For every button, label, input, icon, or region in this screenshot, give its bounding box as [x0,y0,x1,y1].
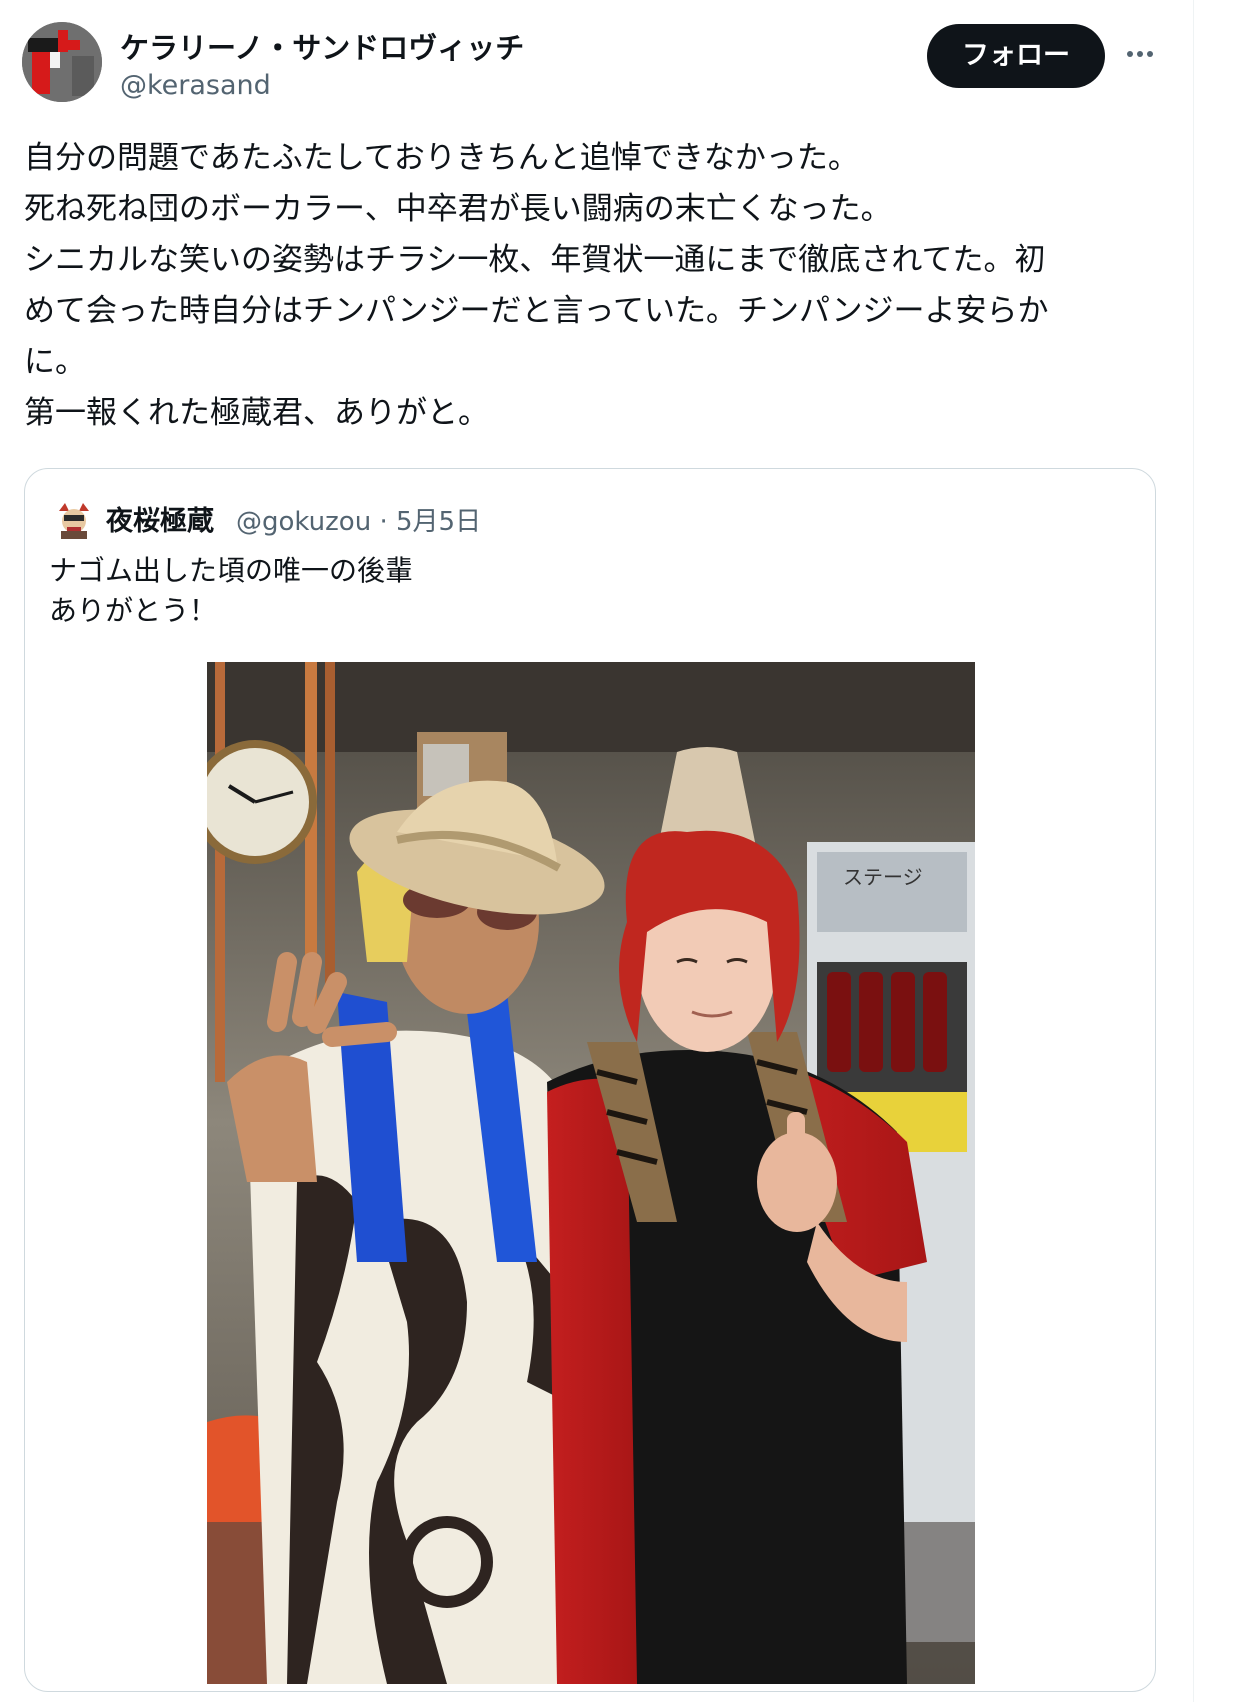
quoted-post-text: ナゴム出した頃の唯一の後輩 ありがとう！ [49,551,1129,631]
quoted-post-card[interactable]: 夜桜極蔵 @gokuzou · 5月5日 ナゴム出した頃の唯一の後輩 ありがとう… [24,468,1156,1692]
more-dot [1127,51,1133,57]
quoted-post-date: 5月5日 [395,507,482,537]
quoted-post-photo[interactable]: ステージ [207,662,975,1684]
meta-separator: · [379,507,388,537]
more-dot [1137,51,1143,57]
quoted-author-handle: @gokuzou [236,507,372,537]
stage-sign-text: ステージ [843,865,923,889]
post-text-line: 自分の問題であたふたしておりきちんと追悼できなかった。 [24,140,859,176]
quoted-text-line: ありがとう！ [49,594,218,627]
more-dot [1147,51,1153,57]
more-options-icon[interactable] [1122,36,1158,72]
post-text-line: 第一報くれた極蔵君、ありがと。 [24,395,489,431]
author-avatar[interactable] [22,22,102,102]
post-text-line: に。 [24,344,86,380]
author-handle[interactable]: @kerasand [120,70,271,101]
post-page: ケラリーノ・サンドロヴィッチ @kerasand フォロー 自分の問題であたふた… [0,0,1238,1702]
post-text: 自分の問題であたふたしておりきちんと追悼できなかった。 死ね死ね団のボーカラー、… [24,133,1174,439]
author-avatar-image [22,22,102,102]
quoted-text-line: ナゴム出した頃の唯一の後輩 [49,554,414,587]
post-text-line: 死ね死ね団のボーカラー、中卒君が長い闘病の末亡くなった。 [24,191,892,227]
column-divider [1193,0,1194,1702]
follow-button[interactable]: フォロー [927,24,1105,88]
quoted-author-avatar [55,501,93,539]
author-display-name[interactable]: ケラリーノ・サンドロヴィッチ [120,25,524,67]
post-text-line: めて会った時自分はチンパンジーだと言っていた。チンパンジーよ安らか [24,293,1049,329]
quoted-post-meta: @gokuzou · 5月5日 [236,501,481,538]
quoted-author-name: 夜桜極蔵 [106,506,214,537]
post-text-line: シニカルな笑いの姿勢はチラシ一枚、年賀状一通にまで徹底されてた。初 [24,242,1046,278]
